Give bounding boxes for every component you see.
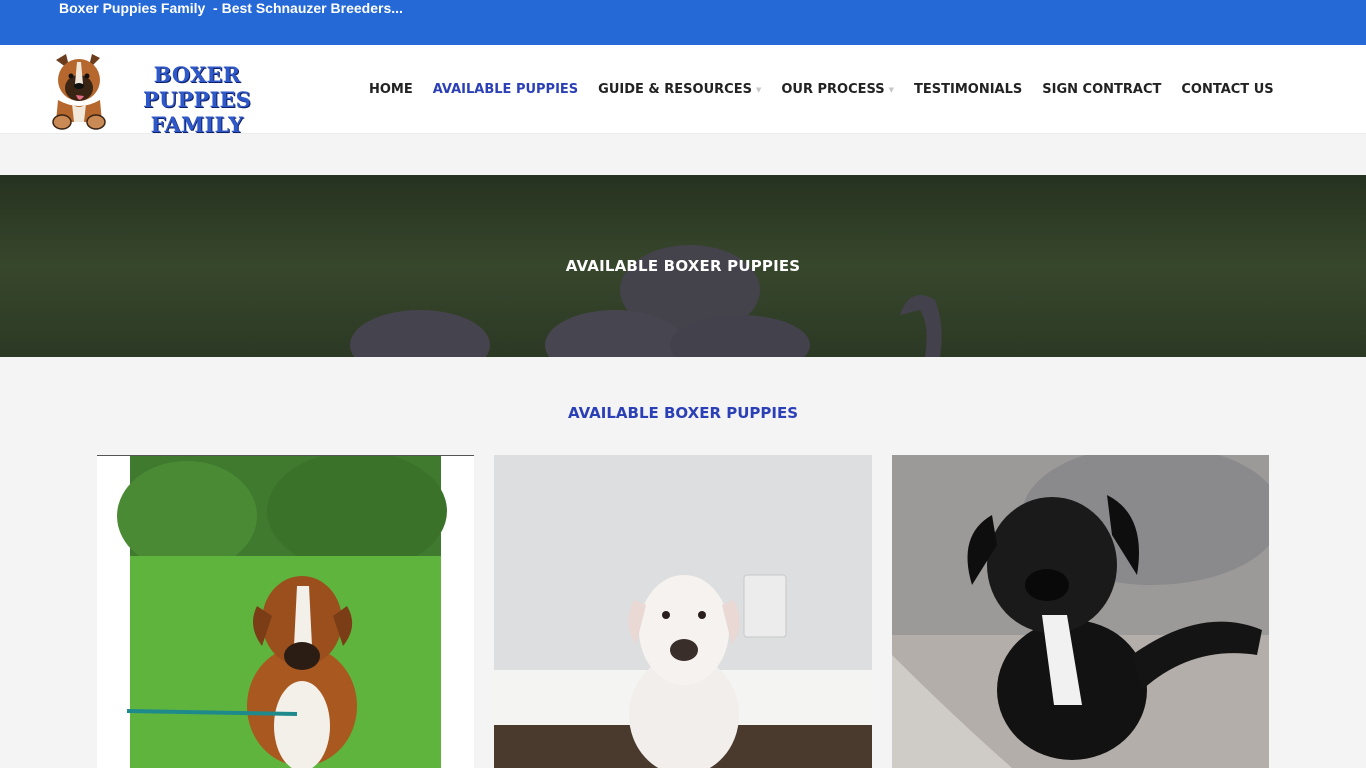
hero-title: AVAILABLE BOXER PUPPIES <box>565 257 801 275</box>
site-logo[interactable]: BOXER PUPPIES FAMILY <box>48 52 290 137</box>
logo-text: BOXER PUPPIES FAMILY <box>104 62 290 137</box>
puppy-photo-image <box>892 455 1269 768</box>
nav-guide-resources[interactable]: GUIDE & RESOURCES ▼ <box>598 82 761 97</box>
puppy-card[interactable] <box>97 455 474 768</box>
site-tagline: Boxer Puppies Family - Best Schnauzer Br… <box>59 0 403 16</box>
nav-home-label: HOME <box>369 82 413 97</box>
chevron-down-icon: ▼ <box>888 85 895 94</box>
main-nav: HOME AVAILABLE PUPPIES GUIDE & RESOURCES… <box>369 45 1294 134</box>
nav-testimonials-label: TESTIMONIALS <box>914 82 1023 97</box>
nav-home[interactable]: HOME <box>369 82 413 97</box>
chevron-down-icon: ▼ <box>755 85 762 94</box>
hero-banner: AVAILABLE BOXER PUPPIES <box>0 175 1366 357</box>
nav-guide-resources-label: GUIDE & RESOURCES <box>598 82 752 97</box>
logo-line-2: FAMILY <box>150 112 244 137</box>
nav-sign-contract-label: SIGN CONTRACT <box>1042 82 1162 97</box>
puppy-photo-image <box>117 456 447 768</box>
boxer-dog-logo-icon <box>52 54 106 130</box>
nav-available-puppies[interactable]: AVAILABLE PUPPIES <box>433 82 578 97</box>
section-title: AVAILABLE BOXER PUPPIES <box>567 404 799 422</box>
nav-available-puppies-label: AVAILABLE PUPPIES <box>432 82 579 97</box>
site-header: BOXER PUPPIES FAMILY HOME AVAILABLE PUPP… <box>0 45 1366 137</box>
top-bar: Boxer Puppies Family - Best Schnauzer Br… <box>0 0 1366 45</box>
nav-contact-us-label: CONTACT US <box>1181 82 1274 97</box>
nav-our-process-label: OUR PROCESS <box>781 82 885 97</box>
nav-contact-us[interactable]: CONTACT US <box>1181 82 1273 97</box>
puppy-card[interactable] <box>892 455 1269 768</box>
nav-sign-contract[interactable]: SIGN CONTRACT <box>1042 82 1161 97</box>
nav-testimonials[interactable]: TESTIMONIALS <box>914 82 1022 97</box>
nav-our-process[interactable]: OUR PROCESS ▼ <box>781 82 894 97</box>
puppy-photo-image <box>494 455 872 768</box>
puppy-card[interactable] <box>494 455 872 768</box>
logo-line-1: BOXER PUPPIES <box>142 62 252 112</box>
